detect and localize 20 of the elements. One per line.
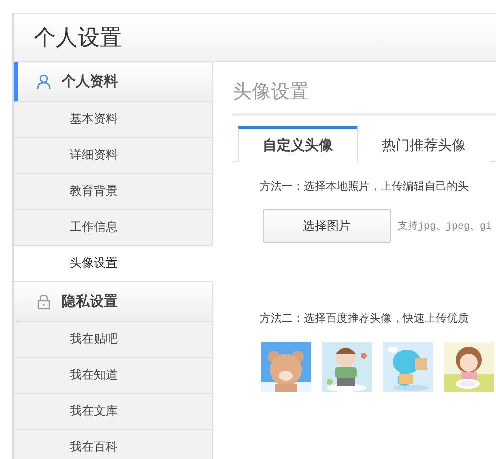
person-icon: [36, 74, 52, 90]
method-two-text: 方法二：选择百度推荐头像，快速上传优质: [260, 311, 470, 326]
sidebar-item[interactable]: 我在百科: [14, 430, 213, 459]
sidebar-section[interactable]: 隐私设置: [14, 282, 213, 322]
sidebar-item[interactable]: 基本资料: [14, 102, 213, 138]
page-title: 个人设置: [34, 24, 122, 52]
method-one-text: 方法一：选择本地照片，上传编辑自己的头: [260, 179, 470, 194]
sidebar-item[interactable]: 教育背景: [14, 174, 213, 210]
section-title: 头像设置: [233, 79, 496, 116]
sidebar-item[interactable]: 我在文库: [14, 394, 213, 430]
sidebar-item[interactable]: 我在知道: [14, 358, 213, 394]
choose-image-button[interactable]: 选择图片: [263, 209, 391, 243]
sidebar-item[interactable]: 头像设置: [14, 246, 213, 282]
lock-icon: [36, 294, 52, 310]
sidebar-item[interactable]: 详细资料: [14, 138, 213, 174]
sidebar-item[interactable]: 工作信息: [14, 210, 213, 246]
format-hint: 支持jpg、jpeg、gi: [398, 220, 492, 233]
sidebar-item[interactable]: 我在贴吧: [14, 322, 213, 358]
sidebar-section[interactable]: 个人资料: [14, 62, 213, 102]
tab[interactable]: 自定义头像: [238, 126, 358, 162]
